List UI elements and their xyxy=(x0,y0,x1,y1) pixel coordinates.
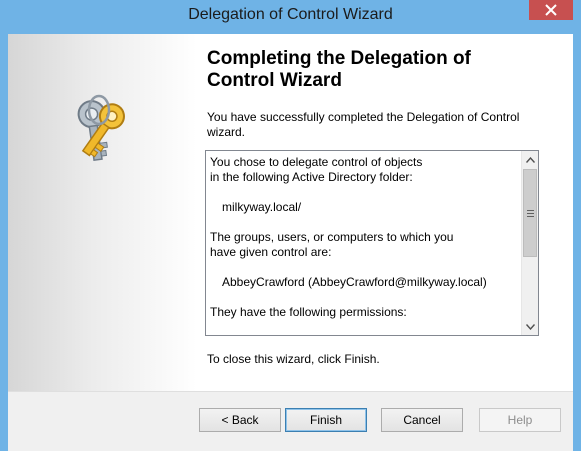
intro-text: You have successfully completed the Dele… xyxy=(207,110,520,139)
close-instruction: To close this wizard, click Finish. xyxy=(207,352,380,366)
summary-line: have given control are: xyxy=(210,245,332,259)
summary-folder: milkyway.local/ xyxy=(222,200,302,214)
summary-principal: AbbeyCrawford (AbbeyCrawford@milkyway.lo… xyxy=(222,275,487,289)
grip-icon xyxy=(526,209,534,217)
chevron-up-icon xyxy=(526,156,535,163)
summary-line: You chose to delegate control of objects xyxy=(210,155,423,169)
cancel-button[interactable]: Cancel xyxy=(381,408,463,432)
help-button[interactable]: Help xyxy=(479,408,561,432)
summary-line: They have the following permissions: xyxy=(210,305,407,319)
vertical-scrollbar[interactable] xyxy=(521,151,538,335)
wizard-client-area: Completing the Delegation of Control Wiz… xyxy=(8,34,573,451)
chevron-down-icon xyxy=(526,323,535,330)
keys-icon xyxy=(77,94,125,162)
button-bar: < Back Finish Cancel Help xyxy=(8,391,573,451)
finish-button[interactable]: Finish xyxy=(285,408,367,432)
close-icon xyxy=(545,4,557,16)
wizard-content: Completing the Delegation of Control Wiz… xyxy=(197,34,573,391)
scroll-thumb[interactable] xyxy=(523,169,537,257)
scroll-up-button[interactable] xyxy=(522,151,538,168)
summary-line: in the following Active Directory folder… xyxy=(210,170,413,184)
window-title: Delegation of Control Wizard xyxy=(188,6,393,23)
summary-line: The groups, users, or computers to which… xyxy=(210,230,454,244)
window-border xyxy=(573,34,581,451)
wizard-window: Delegation of Control Wizard Completing … xyxy=(0,0,581,451)
summary-text: You chose to delegate control of objects… xyxy=(210,155,510,320)
title-bar[interactable]: Delegation of Control Wizard xyxy=(0,0,581,34)
summary-textbox[interactable]: You chose to delegate control of objects… xyxy=(205,150,539,336)
scroll-down-button[interactable] xyxy=(522,318,538,335)
wizard-sidebar xyxy=(8,34,197,391)
page-title: Completing the Delegation of Control Wiz… xyxy=(207,48,471,91)
back-button[interactable]: < Back xyxy=(199,408,281,432)
close-button[interactable] xyxy=(529,0,573,20)
